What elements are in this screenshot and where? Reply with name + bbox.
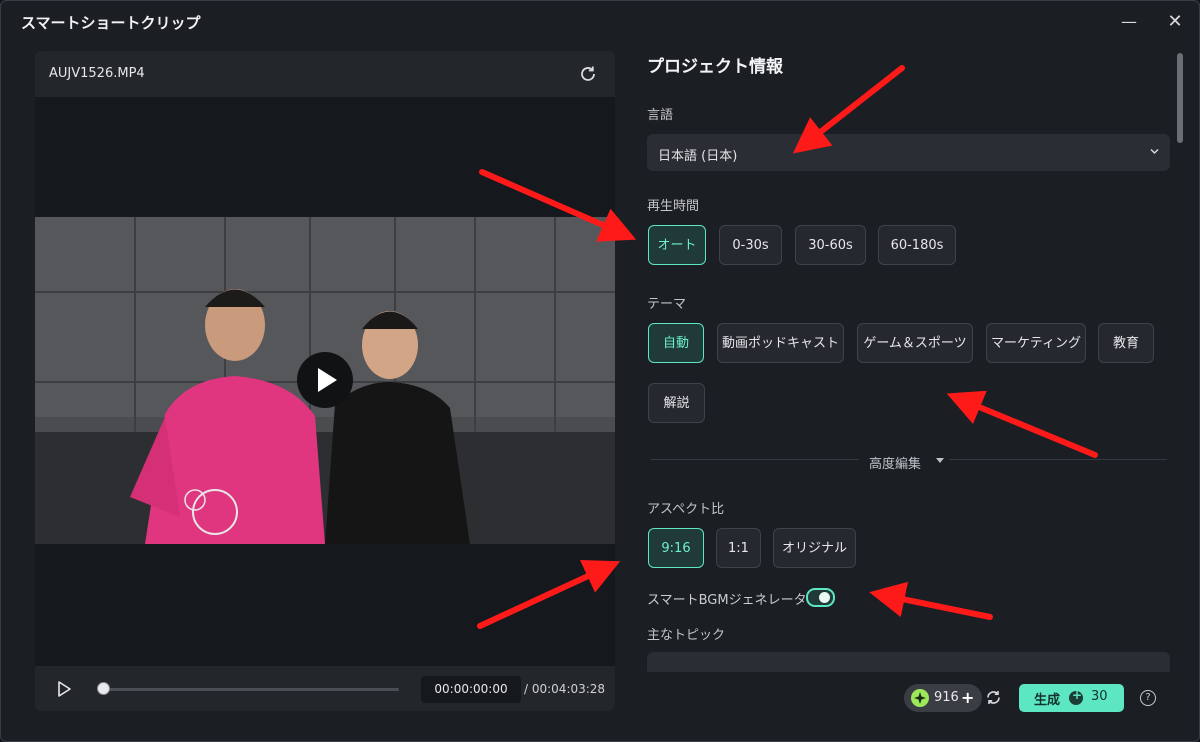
title-bar: スマートショートクリップ — ✕ xyxy=(1,1,1199,43)
generate-label: 生成 xyxy=(1034,693,1061,708)
file-name: AUJV1526.MP4 xyxy=(49,66,145,81)
minimize-button[interactable]: — xyxy=(1118,11,1140,33)
language-select[interactable]: 日本語 (日本) xyxy=(647,134,1170,171)
file-bar: AUJV1526.MP4 xyxy=(35,51,615,97)
aspect-option-9-16[interactable]: 9:16 xyxy=(648,528,704,568)
caret-down-icon xyxy=(936,458,944,463)
theme-label: テーマ xyxy=(647,297,687,312)
generate-button[interactable]: 生成 30 xyxy=(1019,684,1124,712)
theme-option-auto[interactable]: 自動 xyxy=(648,323,704,363)
play-overlay-button[interactable] xyxy=(297,352,353,408)
theme-option-marketing[interactable]: マーケティング xyxy=(986,323,1086,363)
theme-option-games-sports[interactable]: ゲーム＆スポーツ xyxy=(857,323,973,363)
credit-cost-icon xyxy=(1069,688,1083,705)
aspect-option-1-1[interactable]: 1:1 xyxy=(716,528,761,568)
credits-value: 916 xyxy=(934,690,959,705)
help-icon[interactable]: ? xyxy=(1140,690,1156,706)
main-topic-label: 主なトピック xyxy=(647,628,726,643)
theme-option-education[interactable]: 教育 xyxy=(1098,323,1154,363)
theme-option-explainer[interactable]: 解説 xyxy=(648,383,705,423)
theme-option-podcast[interactable]: 動画ポッドキャスト xyxy=(717,323,844,363)
duration-option-0-30s[interactable]: 0-30s xyxy=(719,225,782,265)
generate-cost: 30 xyxy=(1091,689,1108,704)
project-settings-panel: プロジェクト情報 言語 日本語 (日本) 再生時間 オート 0-30s 30-6… xyxy=(647,46,1172,672)
aspect-ratio-label: アスペクト比 xyxy=(647,502,725,517)
duration-option-30-60s[interactable]: 30-60s xyxy=(795,225,866,265)
duration-option-auto[interactable]: オート xyxy=(648,225,706,265)
duration-label: 再生時間 xyxy=(647,199,700,214)
credit-coin-icon xyxy=(911,689,929,707)
refresh-credits-icon[interactable] xyxy=(985,689,1002,706)
chevron-down-icon xyxy=(1150,148,1159,155)
window-title: スマートショートクリップ xyxy=(21,14,201,32)
divider-right xyxy=(949,459,1167,460)
smart-bgm-label: スマートBGMジェネレーター xyxy=(647,593,820,608)
settings-scrollbar[interactable] xyxy=(1177,53,1183,143)
smart-bgm-toggle[interactable] xyxy=(806,588,835,607)
toggle-knob xyxy=(819,592,830,603)
smart-short-clip-window: スマートショートクリップ — ✕ AUJV1526.MP4 00:00:00:0… xyxy=(0,0,1200,742)
advanced-edit-toggle[interactable]: 高度編集 xyxy=(869,453,921,472)
section-title: プロジェクト情報 xyxy=(647,57,783,77)
close-button[interactable]: ✕ xyxy=(1164,11,1186,33)
replace-file-icon[interactable] xyxy=(578,64,598,84)
divider-left xyxy=(651,459,859,460)
language-label: 言語 xyxy=(647,108,674,123)
footer-bar: 916 + 生成 30 ? xyxy=(1,671,1199,731)
video-frame[interactable] xyxy=(35,217,615,544)
duration-option-60-180s[interactable]: 60-180s xyxy=(878,225,956,265)
add-credits-icon[interactable]: + xyxy=(961,689,974,707)
credits-balance[interactable]: 916 + xyxy=(904,684,982,712)
language-value: 日本語 (日本) xyxy=(658,149,738,164)
aspect-option-original[interactable]: オリジナル xyxy=(773,528,856,568)
main-topic-input[interactable] xyxy=(647,652,1170,672)
video-preview-panel: AUJV1526.MP4 00:00:00:00 / 00:04:03:28 xyxy=(35,51,615,711)
